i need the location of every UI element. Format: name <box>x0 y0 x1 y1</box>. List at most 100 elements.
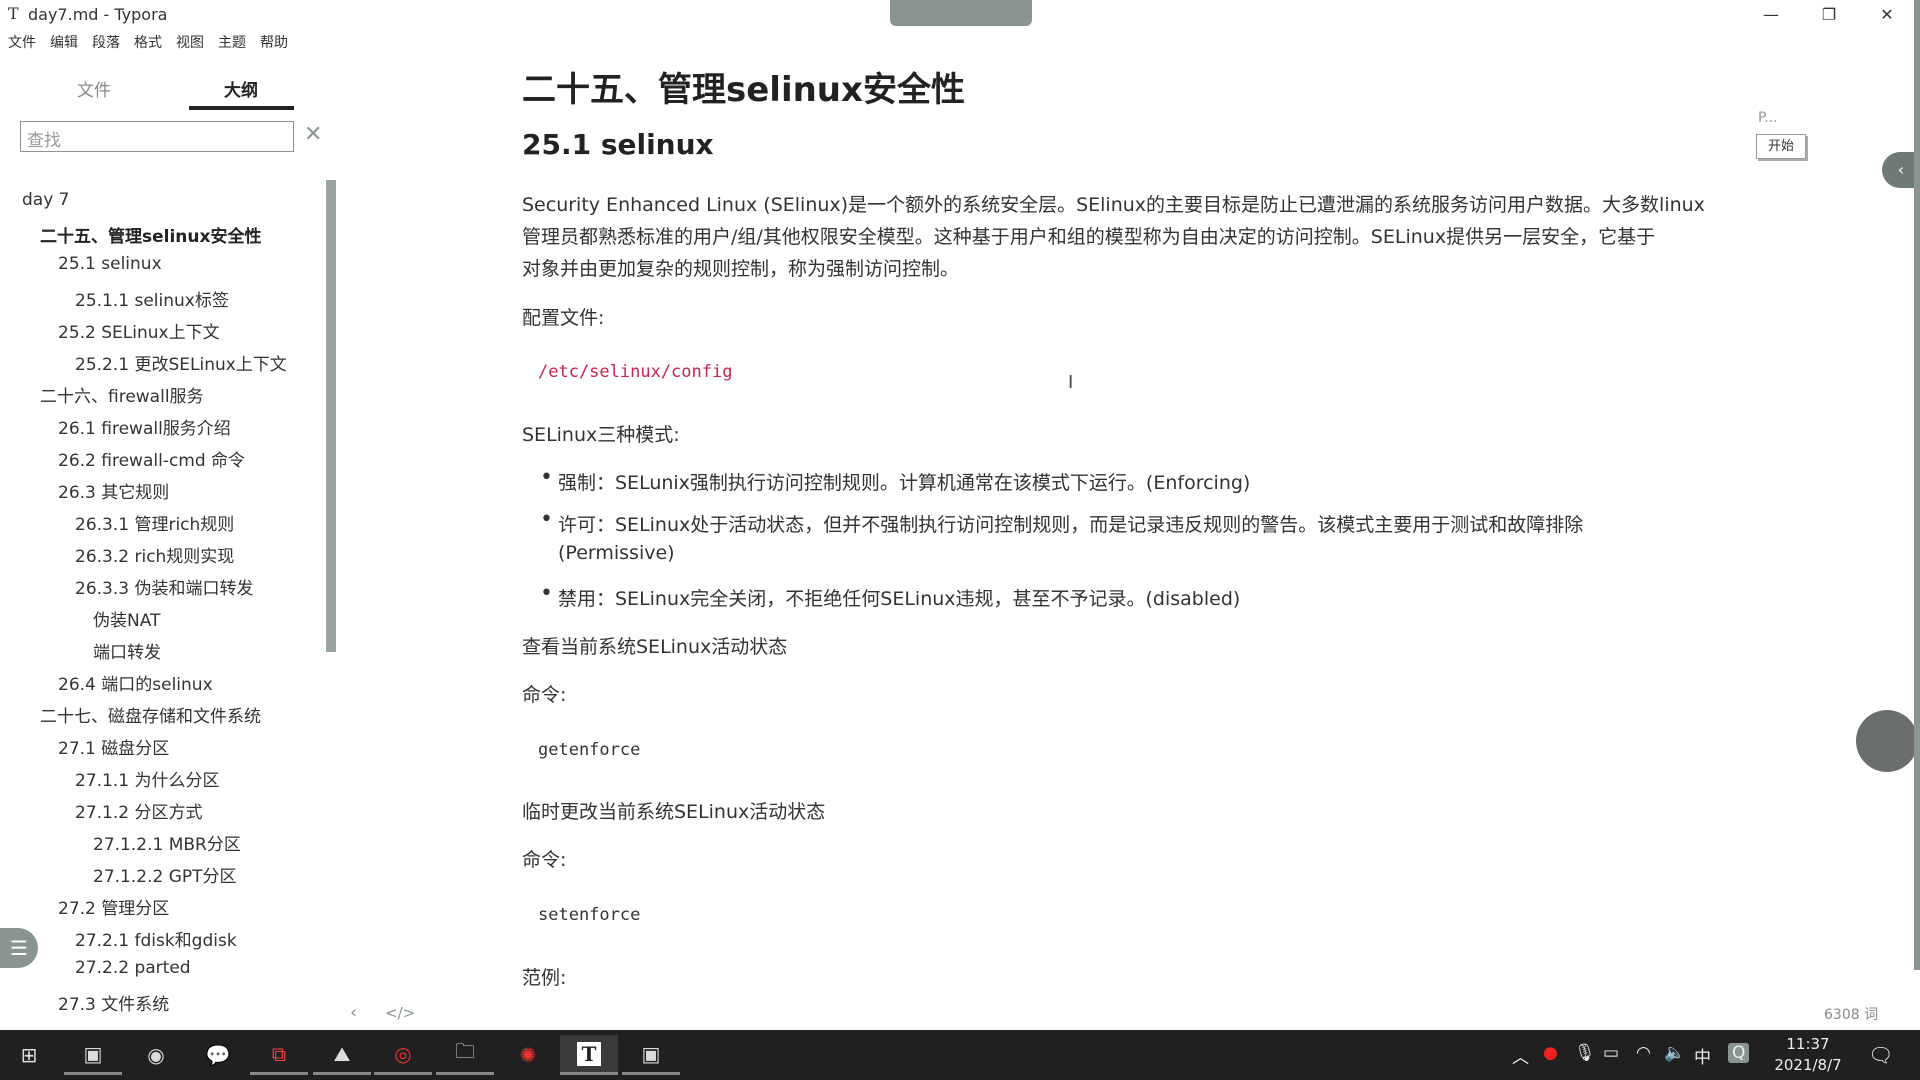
outline-item[interactable]: 25.2 SELinux上下文 <box>58 318 220 343</box>
outline-search-input[interactable]: 查找 <box>20 121 294 152</box>
app-tray-icon[interactable]: Q <box>1728 1043 1750 1063</box>
outline-item[interactable]: 26.3 其它规则 <box>58 478 169 503</box>
netease-music-icon[interactable]: ◎ <box>374 1035 432 1075</box>
bullet-icon: • <box>540 465 553 490</box>
bullet-icon: • <box>540 507 553 532</box>
outline-item[interactable]: 27.1.2.1 MBR分区 <box>93 830 241 855</box>
paragraph-line: Security Enhanced Linux (SElinux)是一个额外的系… <box>522 194 1705 216</box>
clock[interactable]: 11:37 2021/8/7 <box>1766 1034 1850 1076</box>
wechat-icon[interactable]: 💬 <box>189 1035 247 1075</box>
outline-toggle-icon[interactable]: ☰ <box>0 928 38 968</box>
menu-format[interactable]: 格式 <box>134 32 162 54</box>
word-count[interactable]: 6308 词 <box>1824 1004 1878 1024</box>
floating-avatar[interactable] <box>1856 710 1918 772</box>
battery-icon[interactable]: ▭ <box>1603 1043 1619 1063</box>
chrome-icon[interactable]: ◉ <box>127 1035 185 1075</box>
close-icon[interactable]: ✕ <box>304 122 322 147</box>
example-label: 范例: <box>522 967 567 989</box>
photos-icon[interactable]: ⛰ <box>313 1035 371 1075</box>
outline-item[interactable]: 26.3.1 管理rich规则 <box>75 510 234 535</box>
outline-item[interactable]: 25.1 selinux <box>58 254 162 274</box>
paragraph-line: 管理员都熟悉标准的用户/组/其他权限安全模型。这种基于用户和组的模型称为自由决定… <box>522 226 1656 248</box>
config-label: 配置文件: <box>522 307 605 329</box>
outline-item[interactable]: 25.2.1 更改SELinux上下文 <box>75 350 287 375</box>
outline-item[interactable]: 端口转发 <box>93 638 161 663</box>
outline-item[interactable]: 26.1 firewall服务介绍 <box>58 414 231 439</box>
heading-2: 25.1 selinux <box>522 128 714 161</box>
tab-files[interactable]: 文件 <box>34 76 154 101</box>
overlay-title: P... <box>1758 110 1778 126</box>
floating-toolbar[interactable] <box>890 0 1032 26</box>
menu-view[interactable]: 视图 <box>176 32 204 54</box>
code-block-config: /etc/selinux/config <box>538 362 733 382</box>
source-code-icon[interactable]: </> <box>385 1004 415 1022</box>
wifi-icon[interactable]: ◠ <box>1636 1043 1651 1063</box>
volume-icon[interactable]: 🔈 <box>1664 1043 1685 1063</box>
active-tab-indicator <box>189 106 294 110</box>
menu-help[interactable]: 帮助 <box>260 32 288 54</box>
chevron-up-icon[interactable]: ︿ <box>1512 1043 1529 1068</box>
outline-item[interactable]: 27.1.1 为什么分区 <box>75 766 219 791</box>
ime-indicator[interactable]: 中 <box>1694 1043 1711 1068</box>
chevron-left-icon[interactable]: ‹ <box>350 1002 357 1023</box>
date: 2021/8/7 <box>1774 1056 1842 1074</box>
close-button[interactable]: ✕ <box>1864 2 1910 28</box>
outline-item[interactable]: 26.3.2 rich规则实现 <box>75 542 234 567</box>
list-item: 强制：SELunix强制执行访问控制规则。计算机通常在该模式下运行。(Enfor… <box>558 472 1251 494</box>
file-explorer-icon[interactable]: 🗀 <box>436 1035 494 1075</box>
change-status-label: 临时更改当前系统SELinux活动状态 <box>522 801 826 823</box>
view-status-label: 查看当前系统SELinux活动状态 <box>522 636 788 658</box>
outline-item[interactable]: 27.1.2.2 GPT分区 <box>93 862 237 887</box>
command-label: 命令: <box>522 684 567 706</box>
outline-item[interactable]: 27.2.2 parted <box>75 958 191 978</box>
typora-app-icon: T <box>8 4 19 23</box>
restore-button[interactable]: ❐ <box>1806 2 1852 28</box>
outline-item[interactable]: 二十五、管理selinux安全性 <box>40 222 261 247</box>
outline-item[interactable]: 27.2 管理分区 <box>58 894 169 919</box>
outline-item[interactable]: 27.3 文件系统 <box>58 990 169 1015</box>
notification-icon[interactable]: 🗨 <box>1868 1043 1893 1067</box>
outline-item[interactable]: 二十七、磁盘存储和文件系统 <box>40 702 261 727</box>
windows-start-icon[interactable]: ⊞ <box>0 1035 58 1075</box>
record-icon[interactable]: ● <box>1543 1043 1558 1063</box>
outline-item[interactable]: 26.4 端口的selinux <box>58 670 213 695</box>
app-icon[interactable]: ⧉ <box>250 1035 308 1075</box>
tab-outline[interactable]: 大纲 <box>181 76 301 101</box>
window-title: day7.md - Typora <box>28 5 168 24</box>
app-icon[interactable]: ✺ <box>499 1035 557 1075</box>
outline-item[interactable]: 伪装NAT <box>93 606 160 631</box>
sidebar-scrollbar[interactable] <box>326 180 336 652</box>
typora-taskbar-icon[interactable]: T <box>560 1035 618 1075</box>
outline-item[interactable]: 27.1 磁盘分区 <box>58 734 169 759</box>
code-block-setenforce: setenforce <box>538 905 641 925</box>
time: 11:37 <box>1786 1035 1830 1053</box>
code-block-getenforce: getenforce <box>538 740 641 760</box>
menu-edit[interactable]: 编辑 <box>50 32 78 54</box>
outline-item[interactable]: 26.2 firewall-cmd 命令 <box>58 446 245 471</box>
menu-bar: 文件 编辑 段落 格式 视图 主题 帮助 <box>0 32 288 54</box>
bullet-icon: • <box>540 581 553 606</box>
outline-item[interactable]: 27.2.1 fdisk和gdisk <box>75 926 237 951</box>
taskbar: ⊞ ▣ ◉ 💬 ⧉ ⛰ ◎ 🗀 ✺ T ▣ ︿ ● 🎙 ▭ ◠ 🔈 中 Q 11… <box>0 1030 1920 1080</box>
list-item: 禁用：SELinux完全关闭，不拒绝任何SELinux违规，甚至不予记录。(di… <box>558 588 1241 610</box>
outline-item[interactable]: day 7 <box>22 190 70 210</box>
minimize-button[interactable]: — <box>1748 2 1794 28</box>
menu-paragraph[interactable]: 段落 <box>92 32 120 54</box>
modes-label: SELinux三种模式: <box>522 424 680 446</box>
list-item: 许可：SELinux处于活动状态，但并不强制执行访问控制规则，而是记录违反规则的… <box>558 514 1584 536</box>
microphone-icon[interactable]: 🎙 <box>1574 1043 1596 1063</box>
outline-item[interactable]: 二十六、firewall服务 <box>40 382 204 407</box>
app-icon[interactable]: ▣ <box>64 1035 122 1075</box>
outline-item[interactable]: 26.3.3 伪装和端口转发 <box>75 574 253 599</box>
start-button[interactable]: 开始 <box>1756 134 1806 159</box>
app-icon[interactable]: ▣ <box>622 1035 680 1075</box>
outline-item[interactable]: 25.1.1 selinux标签 <box>75 286 229 311</box>
text-cursor-icon: I <box>1068 372 1074 393</box>
paragraph-line: 对象并由更加复杂的规则控制，称为强制访问控制。 <box>522 258 960 280</box>
heading-1: 二十五、管理selinux安全性 <box>522 70 965 110</box>
list-item-continued: (Permissive) <box>558 542 675 564</box>
menu-theme[interactable]: 主题 <box>218 32 246 54</box>
outline-item[interactable]: 27.1.2 分区方式 <box>75 798 202 823</box>
menu-file[interactable]: 文件 <box>8 32 36 54</box>
command-label: 命令: <box>522 849 567 871</box>
